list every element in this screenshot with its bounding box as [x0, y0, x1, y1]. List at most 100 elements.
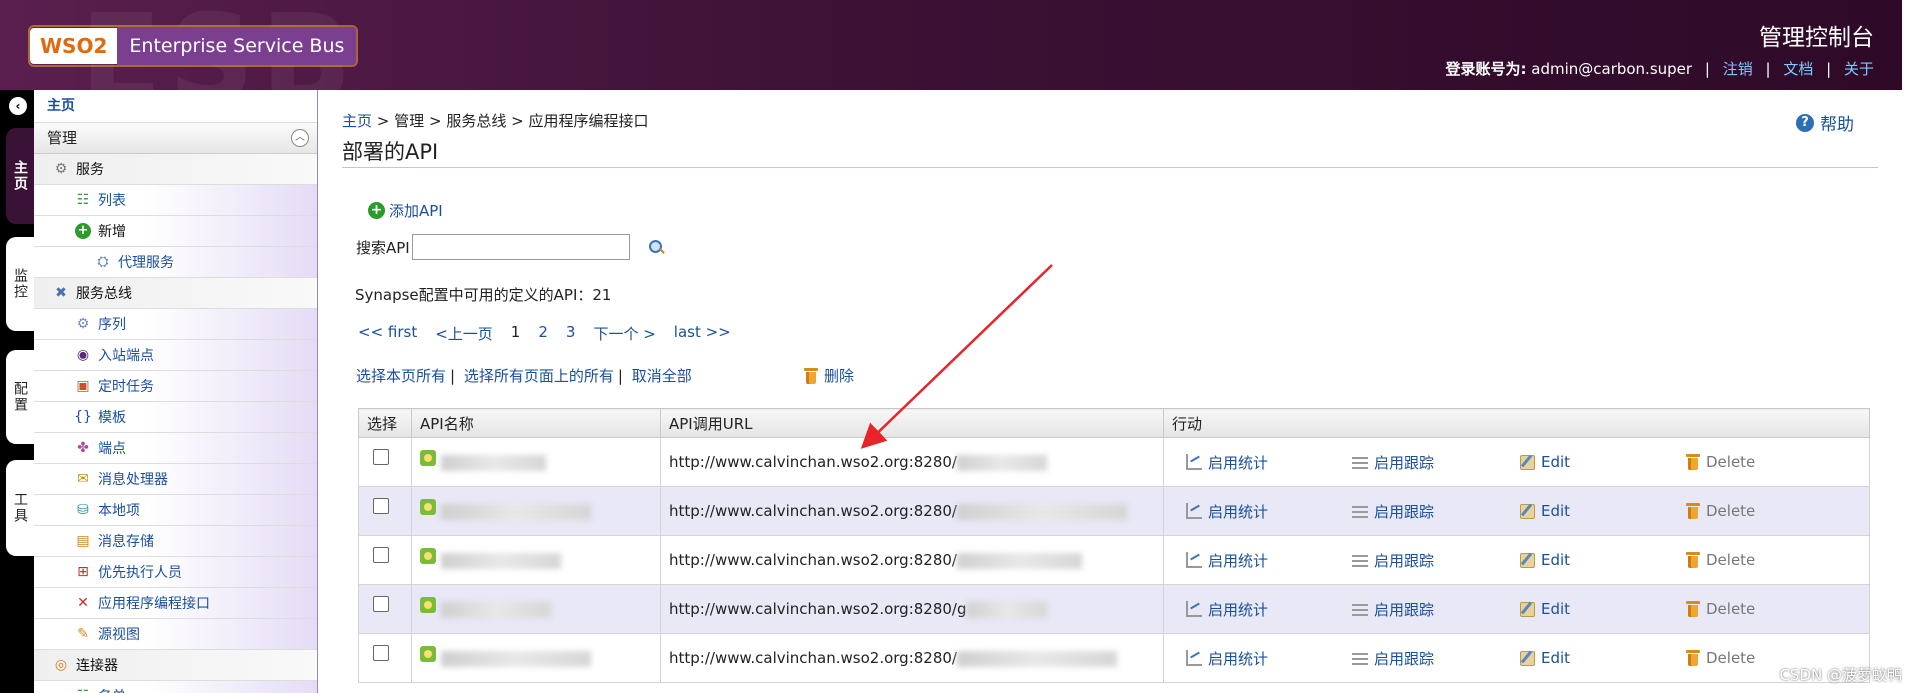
row-checkbox[interactable]: [373, 448, 389, 465]
select-cell: [358, 633, 412, 683]
row-checkbox[interactable]: [373, 546, 389, 563]
sidebar-item-templates[interactable]: {} 模板: [34, 402, 317, 433]
row-checkbox[interactable]: [373, 497, 389, 514]
breadcrumb-manage: 管理: [394, 112, 425, 130]
delete-link[interactable]: Delete: [1686, 649, 1755, 667]
trash-icon: [1686, 601, 1700, 617]
collapse-section-icon[interactable]: ︿: [291, 129, 309, 147]
api-count-text: Synapse配置中可用的定义的API：21: [355, 286, 612, 304]
sidebar-item-connectors[interactable]: ◎ 连接器: [34, 650, 317, 681]
deselect-all-link[interactable]: 取消全部: [632, 367, 692, 385]
delete-link[interactable]: Delete: [1686, 600, 1755, 618]
edit-link[interactable]: Edit: [1520, 649, 1686, 667]
edit-link[interactable]: Edit: [1520, 502, 1686, 520]
api-name-redacted[interactable]: [440, 503, 591, 520]
sidebar-item-proxy-service[interactable]: ⛭ 代理服务: [34, 247, 317, 278]
sidebar-item-message-processors[interactable]: ✉ 消息处理器: [34, 464, 317, 495]
pager-last[interactable]: last >>: [674, 323, 731, 344]
pager-next[interactable]: 下一个 >: [593, 323, 655, 344]
row-checkbox[interactable]: [373, 595, 389, 612]
sidebar-item-service-bus[interactable]: ✖ 服务总线: [34, 278, 317, 309]
tracing-icon: [1352, 650, 1368, 666]
edit-link[interactable]: Edit: [1520, 600, 1686, 618]
api-name-redacted[interactable]: [440, 601, 551, 618]
column-header-api-url: API调用URL: [660, 408, 1164, 438]
enable-statistics-link[interactable]: 启用统计: [1172, 599, 1352, 620]
api-name-redacted[interactable]: [440, 454, 546, 471]
tab-home[interactable]: 主页: [6, 128, 34, 224]
enable-tracing-link[interactable]: 启用跟踪: [1352, 648, 1520, 669]
logout-link[interactable]: 注销: [1723, 60, 1753, 78]
actions-cell: 启用统计 启用跟踪 Edit Delete: [1163, 633, 1870, 683]
api-name-cell: [411, 633, 661, 683]
search-icon[interactable]: [648, 239, 664, 255]
sequence-icon: ⚙: [76, 316, 90, 332]
inbound-endpoint-icon: ◉: [76, 347, 90, 363]
sidebar-item-sequences[interactable]: ⚙ 序列: [34, 309, 317, 340]
enable-tracing-link[interactable]: 启用跟踪: [1352, 599, 1520, 620]
sidebar-manage-header[interactable]: 管理 ︿: [34, 123, 317, 154]
about-link[interactable]: 关于: [1844, 60, 1874, 78]
edit-link[interactable]: Edit: [1520, 453, 1686, 471]
tab-tools[interactable]: 工具: [6, 460, 34, 556]
row-checkbox[interactable]: [373, 644, 389, 661]
enable-statistics-link[interactable]: 启用统计: [1172, 501, 1352, 522]
enable-statistics-link[interactable]: 启用统计: [1172, 452, 1352, 473]
api-url: http://www.calvinchan.wso2.org:8280/: [669, 551, 957, 569]
collapse-sidebar-icon[interactable]: ‹: [9, 97, 27, 115]
tab-monitor[interactable]: 监控: [6, 237, 34, 331]
actions-cell: 启用统计 启用跟踪 Edit Delete: [1163, 486, 1870, 536]
api-name-redacted[interactable]: [440, 650, 591, 667]
template-icon: {}: [74, 409, 92, 425]
pager-page-3[interactable]: 3: [566, 323, 576, 344]
sidebar-item-source-view[interactable]: ✎ 源视图: [34, 619, 317, 650]
trash-icon: [804, 367, 818, 384]
api-url-redacted: [956, 650, 1117, 667]
enable-tracing-link[interactable]: 启用跟踪: [1352, 501, 1520, 522]
help-link[interactable]: ? 帮助: [1796, 110, 1854, 135]
breadcrumb-home[interactable]: 主页: [342, 112, 372, 130]
docs-link[interactable]: 文档: [1783, 60, 1813, 78]
enable-statistics-link[interactable]: 启用统计: [1172, 550, 1352, 571]
api-url-cell: http://www.calvinchan.wso2.org:8280/: [660, 633, 1164, 683]
sidebar-item-connector-list[interactable]: ☷ 名单: [34, 681, 317, 693]
sidebar-item-services[interactable]: ⚙ 服务: [34, 154, 317, 185]
enable-statistics-link[interactable]: 启用统计: [1172, 648, 1352, 669]
api-icon: [420, 547, 436, 564]
select-all-pages-link[interactable]: 选择所有页面上的所有: [464, 367, 614, 385]
delete-link[interactable]: Delete: [1686, 453, 1755, 471]
tab-config[interactable]: 配置: [6, 350, 34, 444]
sidebar-item-apis[interactable]: ✕ 应用程序编程接口: [34, 588, 317, 619]
api-url-cell: http://www.calvinchan.wso2.org:8280/: [660, 437, 1164, 487]
sidebar-item-add[interactable]: + 新增: [34, 216, 317, 247]
pager-first[interactable]: << first: [358, 323, 417, 344]
delete-link[interactable]: Delete: [1686, 551, 1755, 569]
delete-link[interactable]: Delete: [1686, 502, 1755, 520]
sidebar-item-scheduled-tasks[interactable]: ▣ 定时任务: [34, 371, 317, 402]
sidebar-item-inbound-endpoints[interactable]: ◉ 入站端点: [34, 340, 317, 371]
pager-page-2[interactable]: 2: [538, 323, 548, 344]
search-input[interactable]: [411, 234, 630, 260]
api-name-redacted[interactable]: [440, 552, 561, 569]
list-icon: ☷: [76, 192, 90, 208]
actions-cell: 启用统计 启用跟踪 Edit Delete: [1163, 584, 1870, 634]
delete-selected-link[interactable]: 删除: [804, 365, 854, 386]
actions-cell: 启用统计 启用跟踪 Edit Delete: [1163, 535, 1870, 585]
edit-link[interactable]: Edit: [1520, 551, 1686, 569]
api-name-cell: [411, 486, 661, 536]
selection-links: 选择本页所有 | 选择所有页面上的所有 | 取消全部: [356, 367, 692, 385]
watermark: CSDN @菠萝蚊鸭: [1779, 666, 1902, 684]
sidebar-item-endpoints[interactable]: ✤ 端点: [34, 433, 317, 464]
sidebar-item-local-entries[interactable]: ⛁ 本地项: [34, 495, 317, 526]
select-page-link[interactable]: 选择本页所有: [356, 367, 446, 385]
sidebar-item-message-stores[interactable]: ▤ 消息存储: [34, 526, 317, 557]
breadcrumb: 主页 > 管理 > 服务总线 > 应用程序编程接口: [342, 112, 649, 130]
add-api-link[interactable]: + 添加API: [368, 200, 443, 221]
sidebar-home-link[interactable]: 主页: [34, 90, 317, 123]
sidebar-item-priority-executors[interactable]: ⊞ 优先执行人员: [34, 557, 317, 588]
enable-tracing-link[interactable]: 启用跟踪: [1352, 550, 1520, 571]
sidebar-item-list[interactable]: ☷ 列表: [34, 185, 317, 216]
pager-prev[interactable]: <上一页: [435, 323, 493, 344]
priority-executor-icon: ⊞: [77, 564, 89, 580]
enable-tracing-link[interactable]: 启用跟踪: [1352, 452, 1520, 473]
